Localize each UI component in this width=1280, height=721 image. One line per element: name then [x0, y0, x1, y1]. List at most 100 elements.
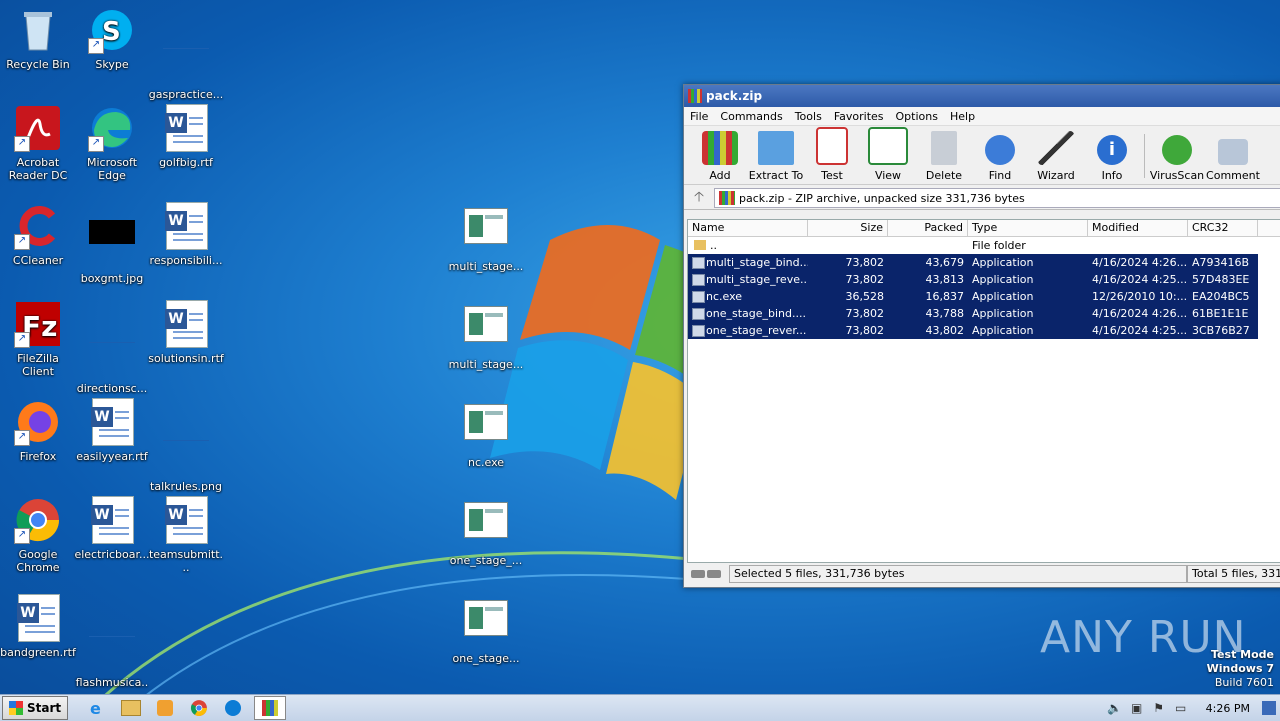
desktop-icon-recycle-bin[interactable]: Recycle Bin — [0, 6, 76, 71]
menu-commands[interactable]: Commands — [714, 110, 788, 123]
desktop-icon-talkrules[interactable]: talkrules.png — [148, 398, 224, 493]
desktop-icon-skype[interactable]: S ↗ Skype — [74, 6, 150, 71]
add-button[interactable]: Add — [692, 131, 748, 184]
column-packed[interactable]: Packed — [888, 220, 968, 236]
book-icon — [868, 127, 908, 165]
action-center-flag-icon[interactable]: ⚑ — [1151, 700, 1167, 716]
drive-icon[interactable] — [687, 567, 729, 581]
menu-tools[interactable]: Tools — [789, 110, 828, 123]
firefox-icon: ↗ — [14, 398, 62, 446]
clock[interactable]: 4:26 PM — [1206, 702, 1250, 715]
menu-file[interactable]: File — [684, 110, 714, 123]
desktop-icon-easilyyear[interactable]: W easilyyear.rtf — [74, 398, 150, 463]
volume-icon[interactable]: 🔈 — [1107, 700, 1123, 716]
file-list[interactable]: Name Size Packed Type Modified CRC32 .. … — [687, 219, 1280, 563]
column-modified[interactable]: Modified — [1088, 220, 1188, 236]
column-crc32[interactable]: CRC32 — [1188, 220, 1258, 236]
desktop-icon-bandgreen[interactable]: W bandgreen.rtf — [0, 594, 76, 659]
wizard-button[interactable]: Wizard — [1028, 131, 1084, 184]
desktop-icon-responsibili[interactable]: W responsibili... — [148, 202, 224, 267]
desktop-icon-ccleaner[interactable]: ↗ CCleaner — [0, 202, 76, 267]
desktop-icon-flashmusica[interactable]: flashmusica... — [74, 594, 150, 702]
taskbar-media-player-icon[interactable] — [152, 697, 178, 719]
desktop-icon-teamsubmitt[interactable]: W teamsubmitt... — [148, 496, 224, 574]
find-button[interactable]: Find — [972, 135, 1028, 184]
delete-button[interactable]: Delete — [916, 131, 972, 184]
word-doc-icon: W — [162, 496, 210, 544]
up-arrow-icon[interactable]: 🡡 — [684, 186, 714, 210]
menu-options[interactable]: Options — [890, 110, 944, 123]
taskbar-explorer-icon[interactable] — [118, 697, 144, 719]
path-field[interactable]: pack.zip - ZIP archive, unpacked size 33… — [714, 188, 1280, 208]
image-file-icon — [162, 428, 210, 476]
show-desktop-button[interactable] — [1262, 701, 1276, 715]
status-bar: Selected 5 files, 331,736 bytes Total 5 … — [687, 565, 1280, 583]
application-file-icon — [692, 274, 705, 286]
desktop-icon-multi-stage-2[interactable]: multi_stage... — [448, 300, 524, 371]
taskbar-chrome-icon[interactable] — [186, 697, 212, 719]
table-row[interactable]: nc.exe 36,528 16,837 Application 12/26/2… — [688, 288, 1280, 305]
app-icon — [462, 502, 510, 550]
application-file-icon — [692, 325, 705, 337]
word-doc-icon: W — [14, 594, 62, 642]
info-button[interactable]: i Info — [1084, 135, 1140, 184]
column-size[interactable]: Size — [808, 220, 888, 236]
network-icon[interactable]: ▣ — [1129, 700, 1145, 716]
edge-icon: ↗ — [88, 104, 136, 152]
table-row[interactable]: one_stage_rever... 73,802 43,802 Applica… — [688, 322, 1280, 339]
table-row[interactable]: one_stage_bind.... 73,802 43,788 Applica… — [688, 305, 1280, 322]
word-doc-icon: W — [162, 104, 210, 152]
test-mode-notice: Test Mode Windows 7 Build 7601 — [1206, 648, 1274, 689]
word-doc-icon: W — [162, 300, 210, 348]
desktop-icon-gaspractice[interactable]: gaspractice.... — [148, 6, 224, 114]
menu-help[interactable]: Help — [944, 110, 981, 123]
parent-folder-row[interactable]: .. File folder — [688, 237, 1280, 254]
shortcut-arrow-icon: ↗ — [14, 136, 30, 152]
file-list-header: Name Size Packed Type Modified CRC32 — [688, 220, 1280, 237]
desktop-icon-multi-stage-1[interactable]: multi_stage... — [448, 202, 524, 273]
start-button[interactable]: Start — [2, 696, 69, 720]
system-tray: 🔈 ▣ ⚑ ▭ 4:26 PM — [1104, 695, 1280, 721]
desktop-icon-electricboar[interactable]: W electricboar... — [74, 496, 150, 561]
magic-wand-icon — [1038, 131, 1074, 165]
application-file-icon — [692, 257, 705, 269]
menu-favorites[interactable]: Favorites — [828, 110, 890, 123]
test-button[interactable]: Test — [804, 127, 860, 184]
desktop-icon-nc-exe[interactable]: nc.exe — [448, 398, 524, 469]
menu-bar: File Commands Tools Favorites Options He… — [684, 107, 1280, 126]
virusscan-button[interactable]: VirusScan — [1149, 135, 1205, 184]
desktop-icon-one-stage-1[interactable]: one_stage_... — [448, 496, 524, 567]
window-title-bar[interactable]: pack.zip — [684, 85, 1280, 107]
table-row[interactable]: multi_stage_bind... 73,802 43,679 Applic… — [688, 254, 1280, 271]
desktop-icon-acrobat[interactable]: ↗ Acrobat Reader DC — [0, 104, 76, 182]
display-icon[interactable]: ▭ — [1173, 700, 1189, 716]
desktop-icon-edge[interactable]: ↗ Microsoft Edge — [74, 104, 150, 182]
status-total: Total 5 files, 331,736 bytes — [1187, 565, 1280, 583]
taskbar-winrar-icon[interactable] — [254, 696, 287, 720]
image-file-icon — [88, 624, 136, 672]
taskbar-edge-icon[interactable] — [220, 697, 246, 719]
view-button[interactable]: View — [860, 127, 916, 184]
taskbar-ie-icon[interactable]: e — [84, 697, 110, 719]
app-icon — [462, 404, 510, 452]
desktop-icon-chrome[interactable]: ↗ Google Chrome — [0, 496, 76, 574]
desktop-icon-one-stage-2[interactable]: one_stage... — [448, 594, 524, 665]
bug-icon — [1162, 135, 1192, 165]
desktop-icon-boxgmt[interactable]: boxgmt.jpg — [74, 202, 150, 285]
shortcut-arrow-icon: ↗ — [14, 234, 30, 250]
winrar-window[interactable]: pack.zip File Commands Tools Favorites O… — [683, 84, 1280, 588]
extract-to-button[interactable]: Extract To — [748, 131, 804, 184]
path-bar: 🡡 pack.zip - ZIP archive, unpacked size … — [684, 187, 1280, 210]
comment-button[interactable]: Comment — [1205, 139, 1261, 184]
desktop-icon-golfbig[interactable]: W golfbig.rtf — [148, 104, 224, 169]
desktop-icon-solutionsin[interactable]: W solutionsin.rtf — [148, 300, 224, 365]
checklist-icon — [816, 127, 848, 165]
column-type[interactable]: Type — [968, 220, 1088, 236]
word-doc-icon: W — [88, 398, 136, 446]
table-row[interactable]: multi_stage_reve... 73,802 43,813 Applic… — [688, 271, 1280, 288]
desktop-icon-filezilla[interactable]: Fz ↗ FileZilla Client — [0, 300, 76, 378]
desktop-icon-firefox[interactable]: ↗ Firefox — [0, 398, 76, 463]
add-archive-icon — [702, 131, 738, 165]
desktop-icon-directionsc[interactable]: directionsc... — [74, 300, 150, 395]
column-name[interactable]: Name — [688, 220, 808, 236]
